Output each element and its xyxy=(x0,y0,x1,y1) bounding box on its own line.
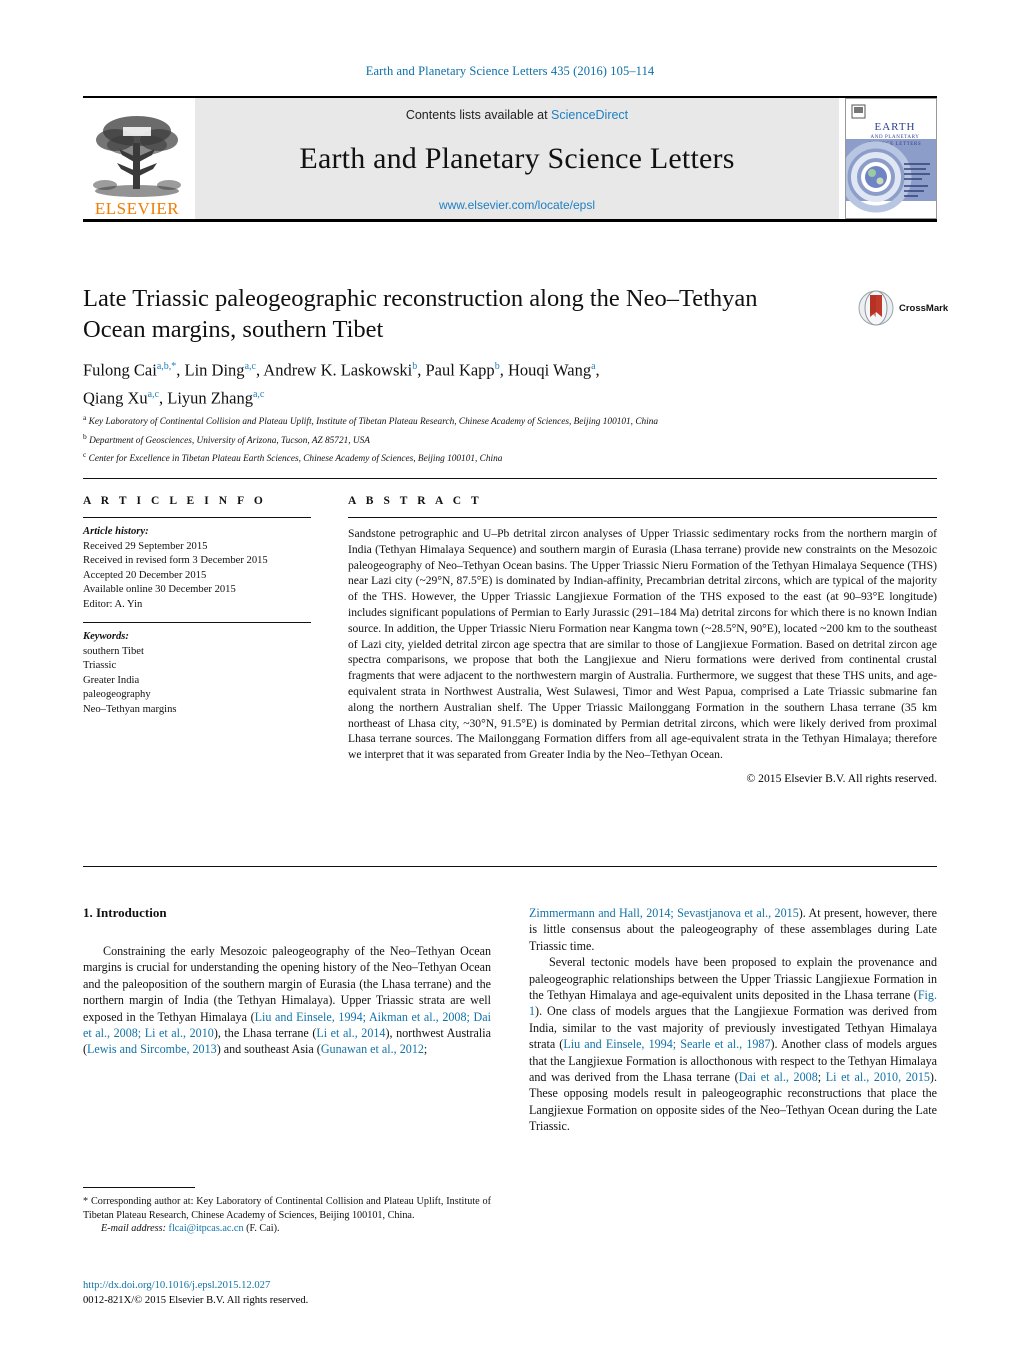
affiliation-a-text: Key Laboratory of Continental Collision … xyxy=(88,417,659,428)
contents-available-line: Contents lists available at ScienceDirec… xyxy=(195,108,839,122)
doi-link[interactable]: http://dx.doi.org/10.1016/j.epsl.2015.12… xyxy=(83,1278,503,1293)
intro-paragraph-1-continued: Zimmermann and Hall, 2014; Sevastjanova … xyxy=(529,905,937,954)
intro-p2-text-a: Several tectonic models have been propos… xyxy=(529,955,937,1003)
author-list: Fulong Caia,b,*, Lin Dinga,c, Andrew K. … xyxy=(83,355,843,410)
intro-p2-sep: ; xyxy=(817,1070,826,1085)
intro-paragraph-2: Several tectonic models have been propos… xyxy=(529,954,937,1134)
body-column-left: 1. Introduction Constraining the early M… xyxy=(83,905,491,1058)
journal-article-page: Earth and Planetary Science Letters 435 … xyxy=(0,0,1020,1351)
footnote-corresponding: * Corresponding author at: Key Laborator… xyxy=(83,1195,491,1222)
article-info-column: A R T I C L E I N F O Article history: R… xyxy=(83,495,311,717)
footnote-email-label: E-mail address: xyxy=(101,1223,166,1235)
keyword-item: southern Tibet xyxy=(83,645,144,657)
article-history-item: Accepted 20 December 2015 xyxy=(83,569,207,581)
keyword-item: Neo–Tethyan margins xyxy=(83,703,177,715)
affiliation-a-mark: a xyxy=(83,413,87,422)
keywords-label: Keywords: xyxy=(83,631,129,642)
abstract-rule xyxy=(348,517,937,518)
citation-li-2010-2015[interactable]: Li et al., 2010, 2015 xyxy=(826,1070,930,1084)
abstract-band-top-rule xyxy=(83,478,937,479)
elsevier-wordmark: ELSEVIER xyxy=(94,199,180,218)
running-head: Earth and Planetary Science Letters 435 … xyxy=(365,64,655,78)
article-history-item: Received in revised form 3 December 2015 xyxy=(83,555,268,566)
abstract-text: Sandstone petrographic and U–Pb detrital… xyxy=(348,527,937,762)
keyword-item: Triassic xyxy=(83,660,117,671)
keyword-item: paleogeography xyxy=(83,689,151,700)
footnote-rule xyxy=(83,1187,195,1188)
journal-masthead: ELSEVIER Contents lists available at Sci… xyxy=(83,96,937,222)
article-history-label: Article history: xyxy=(83,526,149,537)
article-history-item: Received 29 September 2015 xyxy=(83,540,208,552)
elsevier-tree-icon xyxy=(93,116,181,197)
article-info-rule-1 xyxy=(83,517,311,518)
masthead-center: Contents lists available at ScienceDirec… xyxy=(195,98,839,219)
article-history-block: Article history: Received 29 September 2… xyxy=(83,525,311,612)
article-info-rule-2 xyxy=(83,622,311,623)
article-history-item: Editor: A. Yin xyxy=(83,598,143,610)
svg-text:AND PLANETARY: AND PLANETARY xyxy=(871,135,920,140)
affiliation-c-mark: c xyxy=(83,450,87,460)
journal-homepage-link[interactable]: www.elsevier.com/locate/epsl xyxy=(195,198,839,212)
masthead-bottom-rule xyxy=(83,219,937,222)
abstract-column: A B S T R A C T Sandstone petrographic a… xyxy=(348,495,937,785)
abstract-heading: A B S T R A C T xyxy=(348,495,483,507)
article-info-heading: A R T I C L E I N F O xyxy=(83,495,267,507)
journal-title: Earth and Planetary Science Letters xyxy=(299,141,735,175)
citation-gunawan[interactable]: Gunawan et al., 2012 xyxy=(321,1042,424,1056)
citation-zimmermann-sevastjanova[interactable]: Zimmermann and Hall, 2014; Sevastjanova … xyxy=(529,906,799,920)
citation-liu-searle[interactable]: Liu and Einsele, 1994; Searle et al., 19… xyxy=(563,1037,770,1051)
keywords-block: Keywords: southern Tibet Triassic Greate… xyxy=(83,630,311,717)
contents-prefix: Contents lists available at xyxy=(405,107,552,122)
affiliation-b: b Department of Geosciences, University … xyxy=(83,430,953,449)
crossmark-icon xyxy=(858,290,894,326)
intro-p1-text-e: ; xyxy=(423,1042,428,1057)
citation-dai-2008[interactable]: Dai et al., 2008 xyxy=(739,1070,818,1084)
footnote-email-suffix: (F. Cai). xyxy=(246,1223,280,1235)
intro-p1-text-b: ), the Lhasa terrane ( xyxy=(213,1026,317,1041)
intro-paragraph-1: Constraining the early Mesozoic paleogeo… xyxy=(83,943,491,1058)
footer-block: http://dx.doi.org/10.1016/j.epsl.2015.12… xyxy=(83,1278,503,1308)
svg-text:EARTH: EARTH xyxy=(874,121,915,133)
footnote-asterisk: * xyxy=(83,1196,89,1207)
footnote-corresponding-text: Corresponding author at: Key Laboratory … xyxy=(83,1196,492,1221)
crossmark-badge[interactable]: CrossMark xyxy=(858,288,958,328)
sciencedirect-link[interactable]: ScienceDirect xyxy=(551,108,628,122)
citation-lewis-sircombe[interactable]: Lewis and Sircombe, 2013 xyxy=(87,1042,217,1056)
section-heading-introduction: 1. Introduction xyxy=(83,905,167,920)
keyword-item: Greater India xyxy=(83,674,140,686)
affiliation-list: a Key Laboratory of Continental Collisio… xyxy=(83,411,953,467)
article-history-item: Available online 30 December 2015 xyxy=(83,584,236,595)
affiliation-c: c Center for Excellence in Tibetan Plate… xyxy=(83,448,953,467)
author-line-2: Qiang Xua,c, Liyun Zhanga,c xyxy=(83,388,265,407)
body-column-right: Zimmermann and Hall, 2014; Sevastjanova … xyxy=(529,905,937,1135)
issn-rights: 0012-821X/© 2015 Elsevier B.V. All right… xyxy=(83,1295,309,1306)
elsevier-logo: ELSEVIER xyxy=(83,98,191,219)
citation-li-2014[interactable]: Li et al., 2014 xyxy=(316,1026,385,1040)
affiliation-b-mark: b xyxy=(83,431,87,441)
author-line-1: Fulong Caia,b,*, Lin Dinga,c, Andrew K. … xyxy=(83,360,600,380)
footnote-email-line: E-mail address: flcai@itpcas.ac.cn (F. C… xyxy=(83,1222,491,1236)
abstract-rights: © 2015 Elsevier B.V. All rights reserved… xyxy=(746,771,937,785)
corresponding-author-footnote: * Corresponding author at: Key Laborator… xyxy=(83,1187,491,1236)
abstract-band-bottom-rule xyxy=(83,866,937,867)
journal-cover-thumbnail: EARTH AND PLANETARY SCIENCE LETTERS xyxy=(845,98,937,219)
intro-p1-text-d: ) and southeast Asia ( xyxy=(216,1042,321,1057)
cover-artwork: EARTH AND PLANETARY SCIENCE LETTERS xyxy=(846,104,930,213)
affiliation-b-text: Department of Geosciences, University of… xyxy=(89,435,370,446)
footnote-email-link[interactable]: flcai@itpcas.ac.cn xyxy=(169,1223,244,1234)
affiliation-a: a Key Laboratory of Continental Collisio… xyxy=(83,411,953,430)
crossmark-label: CrossMark xyxy=(899,302,949,314)
affiliation-c-text: Center for Excellence in Tibetan Plateau… xyxy=(88,454,503,465)
page-title: Late Triassic paleogeographic reconstruc… xyxy=(83,285,758,343)
